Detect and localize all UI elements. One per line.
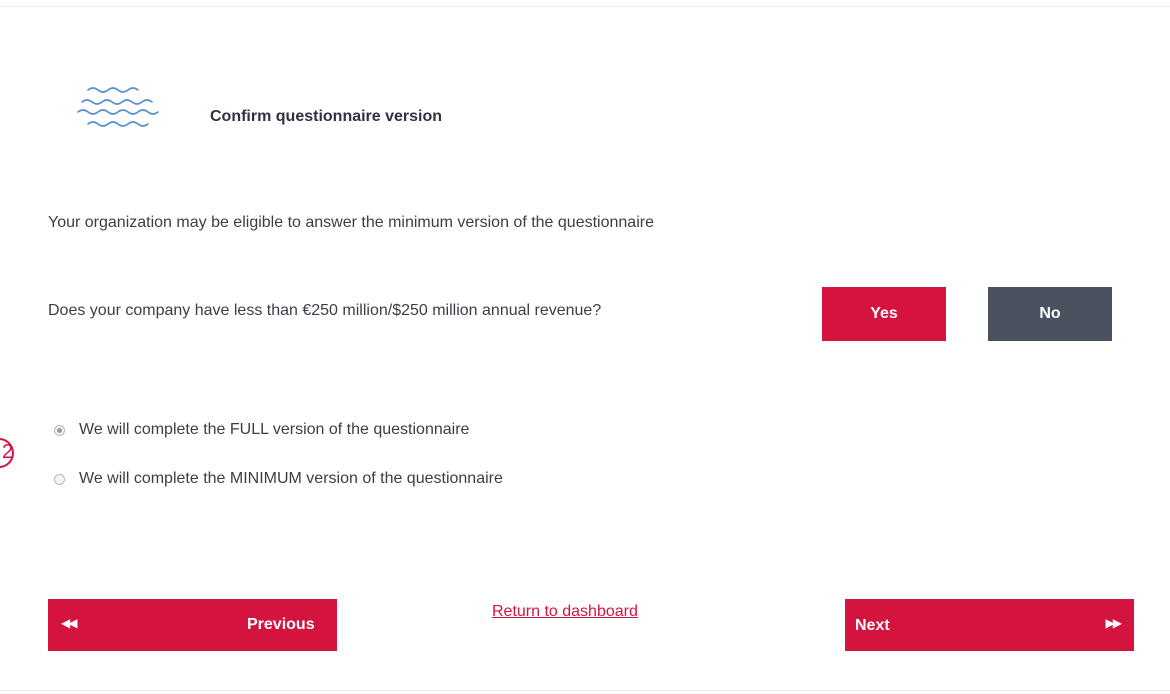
section-title: Confirm questionnaire version	[210, 108, 443, 125]
minimum-version-label: We will complete the MINIMUM version of …	[79, 470, 503, 487]
return-to-dashboard-link[interactable]: Return to dashboard	[492, 603, 638, 621]
minimum-version-radio[interactable]	[54, 473, 65, 485]
top-divider	[0, 6, 1170, 7]
previous-button-label: Previous	[247, 616, 315, 633]
next-button-label: Next	[855, 617, 890, 634]
previous-button[interactable]: ◀◀ Previous	[48, 599, 337, 651]
full-version-radio[interactable]	[54, 424, 65, 436]
bottom-divider	[0, 690, 1170, 691]
full-version-option[interactable]: We will complete the FULL version of the…	[54, 421, 469, 439]
eligibility-intro-text: Your organization may be eligible to ans…	[48, 214, 654, 231]
yes-button[interactable]: Yes	[822, 287, 946, 341]
double-arrow-left-icon: ◀◀	[61, 616, 78, 630]
double-arrow-right-icon: ▶▶	[1105, 616, 1123, 630]
full-version-label: We will complete the FULL version of the…	[79, 421, 470, 438]
next-button[interactable]: Next ▶▶	[845, 599, 1134, 651]
waves-icon	[77, 87, 159, 127]
revenue-question-text: Does your company have less than €250 mi…	[48, 302, 602, 319]
step-badge-number: 2	[2, 441, 14, 463]
no-button[interactable]: No	[988, 287, 1112, 341]
minimum-version-option[interactable]: We will complete the MINIMUM version of …	[54, 470, 503, 488]
